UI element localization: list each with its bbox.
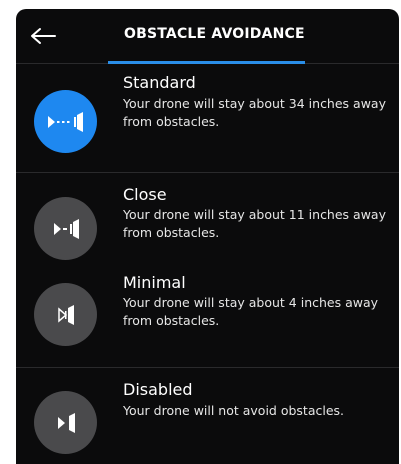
standard-avoidance-icon	[34, 90, 97, 153]
option-title: Minimal	[123, 273, 186, 292]
option-title: Close	[123, 185, 167, 204]
option-description: Your drone will stay about 11 inches awa…	[123, 207, 386, 240]
option-disabled[interactable]: Disabled Your drone will not avoid obsta…	[16, 368, 399, 464]
option-description: Your drone will stay about 34 inches awa…	[123, 96, 386, 129]
obstacle-avoidance-panel: OBSTACLE AVOIDANCE Standard Your drone w…	[16, 9, 399, 464]
option-description: Your drone will not avoid obstacles.	[123, 403, 345, 418]
arrow-left-icon	[31, 28, 56, 44]
page-title: OBSTACLE AVOIDANCE	[124, 26, 305, 42]
minimal-avoidance-icon	[34, 283, 97, 346]
option-standard[interactable]: Standard Your drone will stay about 34 i…	[16, 63, 399, 173]
disabled-avoidance-icon	[34, 391, 97, 454]
option-description: Your drone will stay about 4 inches away…	[123, 295, 379, 328]
back-button[interactable]	[26, 21, 60, 51]
option-minimal[interactable]: Minimal Your drone will stay about 4 inc…	[16, 261, 399, 367]
option-title: Disabled	[123, 380, 193, 399]
option-close[interactable]: Close Your drone will stay about 11 inch…	[16, 173, 399, 261]
close-avoidance-icon	[34, 197, 97, 260]
header: OBSTACLE AVOIDANCE	[16, 9, 399, 64]
option-title: Standard	[123, 73, 196, 92]
